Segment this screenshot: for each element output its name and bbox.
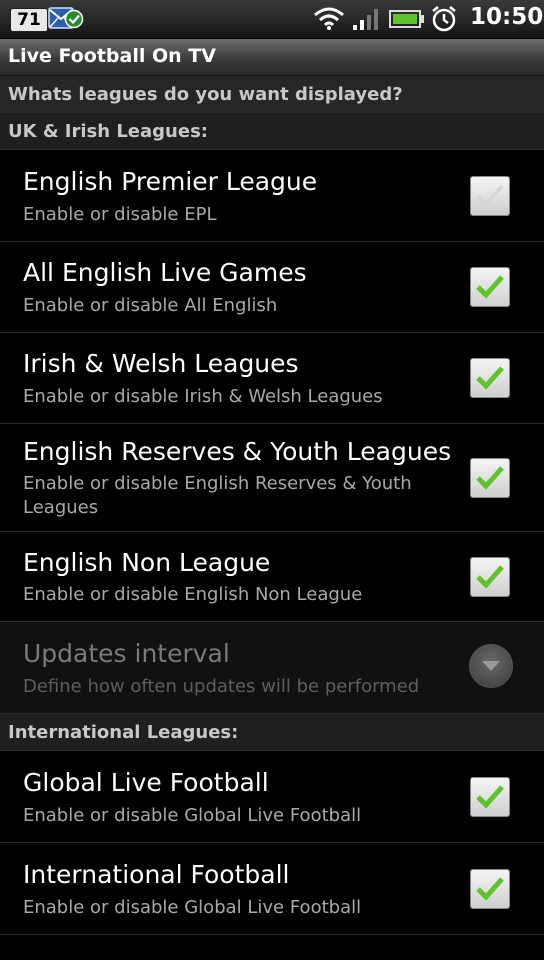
pref-global-live-football[interactable]: Global Live Football Enable or disable G… [0, 751, 544, 843]
status-bar: 71 10:50 [0, 0, 544, 39]
check-icon [476, 565, 504, 589]
check-icon [476, 466, 504, 490]
pref-updates-interval: Updates interval Define how often update… [0, 622, 544, 714]
pref-summary: Enable or disable Global Live Football [23, 897, 362, 918]
pref-summary: Enable or disable All English [23, 295, 278, 316]
prompt-header: Whats leagues do you want displayed? [0, 76, 544, 113]
battery-icon [389, 10, 424, 28]
pref-title: English Premier League [23, 167, 318, 196]
pref-international-football[interactable]: International Football Enable or disable… [0, 843, 544, 935]
dropdown-button [469, 644, 513, 688]
pref-summary: Enable or disable English Reserves & You… [23, 473, 412, 518]
pref-title: English Reserves & Youth Leagues [23, 437, 452, 466]
title-bar: Live Football On TV [0, 39, 544, 76]
section-uk-irish: UK & Irish Leagues: [0, 113, 544, 150]
sync-ok-icon [64, 9, 84, 29]
check-icon [476, 877, 504, 901]
pref-english-reserves-youth[interactable]: English Reserves & Youth Leagues Enable … [0, 424, 544, 532]
pref-summary: Define how often updates will be perform… [23, 676, 420, 697]
wifi-icon [314, 7, 344, 30]
pref-all-english-live-games[interactable]: All English Live Games Enable or disable… [0, 242, 544, 333]
pref-title: All English Live Games [23, 258, 307, 287]
pref-title: Updates interval [23, 639, 230, 668]
section-international: International Leagues: [0, 714, 544, 751]
pref-irish-welsh-leagues[interactable]: Irish & Welsh Leagues Enable or disable … [0, 333, 544, 424]
pref-title: International Football [23, 860, 290, 889]
pref-english-non-league[interactable]: English Non League Enable or disable Eng… [0, 532, 544, 622]
alarm-icon [432, 6, 456, 32]
section-title: International Leagues: [8, 722, 239, 743]
check-icon [476, 785, 504, 809]
checkbox-checked[interactable] [470, 358, 510, 398]
check-icon [476, 275, 504, 299]
checkbox-checked[interactable] [470, 267, 510, 307]
checkbox-unchecked[interactable] [470, 176, 510, 216]
status-time: 10:50 [470, 4, 544, 30]
pref-summary: Enable or disable English Non League [23, 584, 363, 605]
pref-summary: Enable or disable Irish & Welsh Leagues [23, 386, 383, 407]
notification-count: 71 [17, 10, 41, 30]
check-icon [476, 184, 504, 207]
app-title: Live Football On TV [8, 45, 216, 67]
checkbox-checked[interactable] [470, 869, 510, 909]
check-icon [476, 366, 504, 390]
pref-title: Global Live Football [23, 768, 269, 797]
pref-summary: Enable or disable Global Live Football [23, 805, 362, 826]
badge-icon: 71 [10, 8, 48, 32]
checkbox-checked[interactable] [470, 458, 510, 498]
section-title: UK & Irish Leagues: [8, 121, 208, 142]
pref-title: Irish & Welsh Leagues [23, 349, 299, 378]
pref-english-premier-league[interactable]: English Premier League Enable or disable… [0, 150, 544, 242]
checkbox-checked[interactable] [470, 557, 510, 597]
chevron-down-icon [482, 661, 500, 671]
checkbox-checked[interactable] [470, 777, 510, 817]
pref-summary: Enable or disable EPL [23, 204, 217, 225]
prompt-text: Whats leagues do you want displayed? [8, 84, 403, 105]
pref-title: English Non League [23, 548, 271, 577]
signal-icon [353, 9, 378, 30]
